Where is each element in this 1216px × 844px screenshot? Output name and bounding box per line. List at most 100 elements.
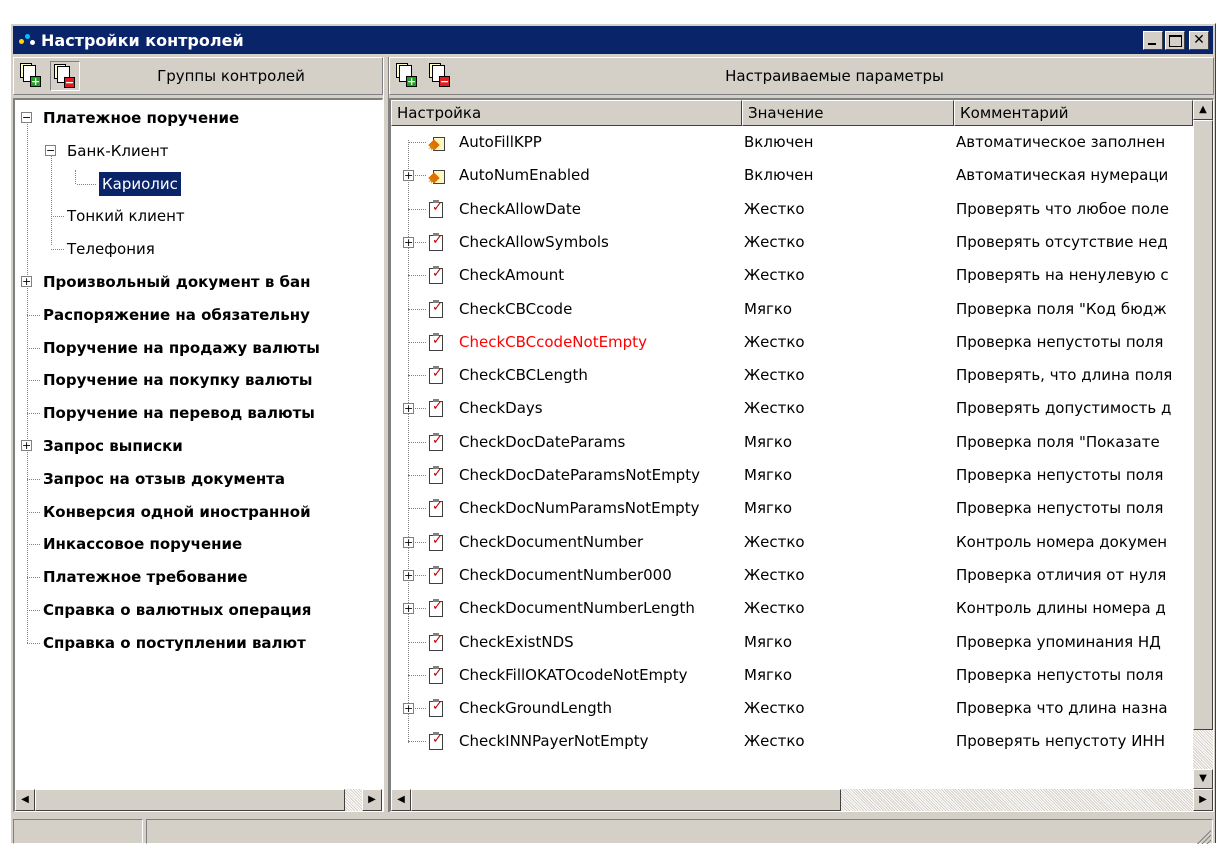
resize-grip-icon[interactable] bbox=[1195, 828, 1211, 844]
tree-node[interactable]: Конверсия одной иностранной bbox=[15, 496, 382, 528]
comment-cell: Проверка непустоты поля bbox=[956, 499, 1164, 518]
tree-node[interactable]: Справка о валютных операция bbox=[15, 594, 382, 626]
table-row[interactable]: ✓ CheckAmount Жестко Проверять на ненулевую… bbox=[391, 259, 1193, 292]
scroll-left-button[interactable]: ◀ bbox=[391, 789, 411, 811]
setting-cell: ✓ CheckINNPayerNotEmpty bbox=[391, 725, 742, 758]
scroll-down-button[interactable]: ▼ bbox=[1193, 769, 1213, 789]
table-row[interactable]: ✓ CheckExistNDS Мягко Проверка упоминания Н… bbox=[391, 626, 1193, 659]
tree-node[interactable]: Тонкий клиент bbox=[15, 200, 382, 232]
add-group-button[interactable]: + bbox=[17, 61, 47, 91]
value-cell[interactable]: Жестко bbox=[742, 559, 954, 592]
expand-icon[interactable]: + bbox=[403, 170, 414, 182]
tree-node[interactable]: Поручение на продажу валюты bbox=[15, 332, 382, 364]
vscroll-thumb[interactable] bbox=[1193, 120, 1213, 730]
tree-node[interactable]: − Платежное поручение bbox=[15, 102, 382, 134]
table-row[interactable]: ✓ CheckCBCcodeNotEmpty Жестко Проверка непу… bbox=[391, 326, 1193, 359]
expand-icon[interactable]: + bbox=[403, 703, 414, 715]
column-header-value[interactable]: Значение bbox=[742, 100, 954, 126]
tree-node[interactable]: + Запрос выписки bbox=[15, 430, 382, 462]
expand-icon[interactable]: + bbox=[21, 276, 32, 287]
value-cell[interactable]: Жестко bbox=[742, 392, 954, 425]
table-row[interactable]: ✶ AutoFillKPP Включен Автоматическое заполн… bbox=[391, 126, 1193, 159]
table-row[interactable]: ✓ CheckDocNumParamsNotEmpty Мягко Проверка … bbox=[391, 492, 1193, 525]
params-hscrollbar[interactable]: ◀ ▶ bbox=[391, 789, 1213, 811]
table-row[interactable]: ✓ CheckCBCcode Мягко Проверка поля "Код бюд… bbox=[391, 293, 1193, 326]
value-cell[interactable]: Жестко bbox=[742, 526, 954, 559]
tree-node[interactable]: Поручение на перевод валюты bbox=[15, 397, 382, 429]
column-header-setting[interactable]: Настройка bbox=[391, 100, 742, 126]
value-cell[interactable]: Мягко bbox=[742, 426, 954, 459]
expand-icon[interactable]: + bbox=[21, 440, 32, 451]
window-title: Настройки контролей bbox=[41, 30, 244, 50]
tree-node[interactable]: + Произвольный документ в бан bbox=[15, 266, 382, 298]
setting-cell: + ✓ CheckDays bbox=[391, 392, 742, 425]
grid-header: Настройка Значение Комментарий bbox=[391, 100, 1193, 126]
table-row[interactable]: ✓ CheckCBCLength Жестко Проверять, что длин… bbox=[391, 359, 1193, 392]
tree-node[interactable]: Поручение на покупку валюты bbox=[15, 364, 382, 396]
expand-icon[interactable]: + bbox=[403, 236, 414, 248]
tree-node[interactable]: Инкассовое поручение bbox=[15, 528, 382, 560]
value-cell[interactable]: Жестко bbox=[742, 326, 954, 359]
tree-node[interactable]: Справка о поступлении валют bbox=[15, 627, 382, 659]
maximize-button[interactable] bbox=[1165, 30, 1185, 50]
table-row[interactable]: ✓ CheckDocDateParamsNotEmpty Мягко Проверка… bbox=[391, 459, 1193, 492]
expand-icon[interactable]: + bbox=[403, 536, 414, 548]
scroll-thumb[interactable] bbox=[411, 789, 841, 811]
scroll-right-button[interactable]: ▶ bbox=[362, 789, 382, 811]
value-cell[interactable]: Мягко bbox=[742, 659, 954, 692]
table-row[interactable]: + ✓ CheckAllowSymbols Жестко Проверять отсут… bbox=[391, 226, 1193, 259]
tree-node[interactable]: Телефония bbox=[15, 233, 382, 265]
value-cell[interactable]: Жестко bbox=[742, 592, 954, 625]
value-cell[interactable]: Включен bbox=[742, 159, 954, 192]
table-row[interactable]: + ✶ AutoNumEnabled Включен Автоматическая ну… bbox=[391, 159, 1193, 192]
checklist-icon: ✓ bbox=[427, 732, 445, 751]
status-panel-1 bbox=[13, 819, 143, 844]
expand-icon[interactable]: + bbox=[403, 569, 414, 581]
minimize-button[interactable] bbox=[1143, 30, 1163, 50]
column-header-comment[interactable]: Комментарий bbox=[954, 100, 1193, 126]
collapse-icon[interactable]: − bbox=[45, 144, 56, 156]
tree-node[interactable]: Запрос на отзыв документа bbox=[15, 463, 382, 495]
comment-cell: Проверять непустоту ИНН bbox=[956, 732, 1165, 751]
value-cell[interactable]: Мягко bbox=[742, 459, 954, 492]
value-cell[interactable]: Жестко bbox=[742, 259, 954, 292]
value-cell[interactable]: Мягко bbox=[742, 293, 954, 326]
expand-icon[interactable]: + bbox=[403, 403, 414, 415]
tree-node[interactable]: Распоряжение на обязательну bbox=[15, 299, 382, 331]
delete-param-button[interactable]: − bbox=[426, 61, 456, 91]
collapse-icon[interactable]: − bbox=[21, 112, 32, 123]
value-cell[interactable]: Жестко bbox=[742, 359, 954, 392]
table-row[interactable]: + ✓ CheckDocumentNumber Жестко Контроль номе… bbox=[391, 526, 1193, 559]
tree-node[interactable]: Платежное требование bbox=[15, 561, 382, 593]
table-row[interactable]: ✓ CheckDocDateParams Мягко Проверка поля "П… bbox=[391, 426, 1193, 459]
tree-node[interactable]: Кариолис bbox=[15, 168, 382, 200]
scroll-thumb[interactable] bbox=[35, 789, 345, 811]
add-param-button[interactable]: + bbox=[393, 61, 423, 91]
checklist-icon: ✓ bbox=[427, 699, 445, 718]
scroll-right-button[interactable]: ▶ bbox=[1193, 789, 1213, 811]
table-row[interactable]: ✓ CheckFillOKATOcodeNotEmpty Мягко Проверка… bbox=[391, 659, 1193, 692]
close-button[interactable]: ✕ bbox=[1189, 30, 1209, 50]
tree-node[interactable]: − Банк-Клиент bbox=[15, 135, 382, 167]
value-cell[interactable]: Жестко bbox=[742, 193, 954, 226]
table-row[interactable]: + ✓ CheckDays Жестко Проверять допустимость … bbox=[391, 392, 1193, 425]
expand-icon[interactable]: + bbox=[403, 603, 414, 615]
scroll-left-button[interactable]: ◀ bbox=[15, 789, 35, 811]
scroll-up-button[interactable]: ▲ bbox=[1193, 100, 1213, 120]
table-row[interactable]: ✓ CheckINNPayerNotEmpty Жестко Проверять не… bbox=[391, 725, 1193, 758]
value-cell[interactable]: Жестко bbox=[742, 725, 954, 758]
value-cell[interactable]: Мягко bbox=[742, 492, 954, 525]
title-bar[interactable]: Настройки контролей ✕ bbox=[13, 26, 1213, 54]
table-row[interactable]: ✓ CheckAllowDate Жестко Проверять что любое… bbox=[391, 193, 1193, 226]
value-cell[interactable]: Мягко bbox=[742, 626, 954, 659]
value-cell[interactable]: Жестко bbox=[742, 692, 954, 725]
value-cell[interactable]: Жестко bbox=[742, 226, 954, 259]
table-row[interactable]: + ✓ CheckDocumentNumberLength Жестко Контрол… bbox=[391, 592, 1193, 625]
delete-group-button[interactable]: − bbox=[50, 61, 80, 91]
table-row[interactable]: + ✓ CheckDocumentNumber000 Жестко Проверка о… bbox=[391, 559, 1193, 592]
params-vscrollbar[interactable]: ▲ ▼ bbox=[1193, 100, 1213, 789]
groups-toolbar: + − Группы контролей bbox=[13, 57, 383, 95]
table-row[interactable]: + ✓ CheckGroundLength Жестко Проверка что дл… bbox=[391, 692, 1193, 725]
value-cell[interactable]: Включен bbox=[742, 126, 954, 159]
groups-hscrollbar[interactable]: ◀ ▶ bbox=[15, 789, 382, 811]
